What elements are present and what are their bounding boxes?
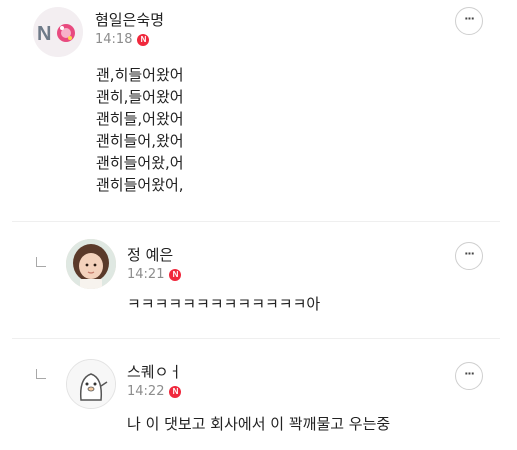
comment-line: 괜히들어왔,어	[96, 154, 184, 172]
comment-author[interactable]: 혐일은숙명	[95, 9, 164, 30]
comment-body: 나 이 댓보고 회사에서 이 꽉깨물고 우는중	[127, 413, 390, 435]
reply-comment-item: 정 예은 14:21 N ··· ㅋㅋㅋㅋㅋㅋㅋㅋㅋㅋㅋㅋㅋ아	[0, 222, 517, 338]
comment-line: 괜히,들어왔어	[96, 88, 184, 106]
new-badge-icon: N	[169, 268, 182, 281]
cartoon-character-avatar-icon[interactable]	[66, 359, 116, 409]
comment-line: 괜히들어왔어,	[96, 176, 184, 194]
comment-line: 나 이 댓보고 회사에서 이 꽉깨물고 우는중	[127, 415, 391, 433]
comment-time: 14:22	[127, 384, 165, 399]
comment-line: 괜히들어,왔어	[96, 132, 184, 150]
reply-indicator-icon	[36, 369, 46, 379]
comment-item: N 혐일은숙명 14:18 N ··· 괜,히들어왔어 괜히,들어왔어 괜히들,…	[0, 0, 517, 222]
more-options-button[interactable]: ···	[455, 7, 483, 35]
new-badge-icon: N	[137, 33, 150, 46]
reply-indicator-icon	[36, 257, 46, 267]
comment-meta: 14:18 N	[95, 32, 150, 47]
svg-text:N: N	[37, 23, 51, 45]
new-badge-icon: N	[169, 385, 182, 398]
comment-body: ㅋㅋㅋㅋㅋㅋㅋㅋㅋㅋㅋㅋㅋ아	[127, 293, 320, 315]
more-options-button[interactable]: ···	[455, 362, 483, 390]
more-options-button[interactable]: ···	[455, 242, 483, 270]
comment-line: ㅋㅋㅋㅋㅋㅋㅋㅋㅋㅋㅋㅋㅋ아	[127, 295, 321, 313]
comment-body: 괜,히들어왔어 괜히,들어왔어 괜히들,어왔어 괜히들어,왔어 괜히들어왔,어 …	[96, 64, 184, 196]
reply-comment-item: 스퀘ㅇㅓ 14:22 N ··· 나 이 댓보고 회사에서 이 꽉깨물고 우는중	[0, 339, 517, 450]
comment-meta: 14:22 N	[127, 384, 182, 399]
comment-author[interactable]: 스퀘ㅇㅓ	[127, 361, 182, 382]
no-logo-avatar-icon[interactable]: N	[33, 7, 83, 57]
comment-author[interactable]: 정 예은	[127, 244, 173, 265]
comment-line: 괜,히들어왔어	[96, 66, 184, 84]
comment-time: 14:21	[127, 267, 165, 282]
child-photo-avatar-icon[interactable]	[66, 239, 116, 289]
comment-meta: 14:21 N	[127, 267, 182, 282]
comment-line: 괜히들,어왔어	[96, 110, 184, 128]
comment-time: 14:18	[95, 32, 133, 47]
